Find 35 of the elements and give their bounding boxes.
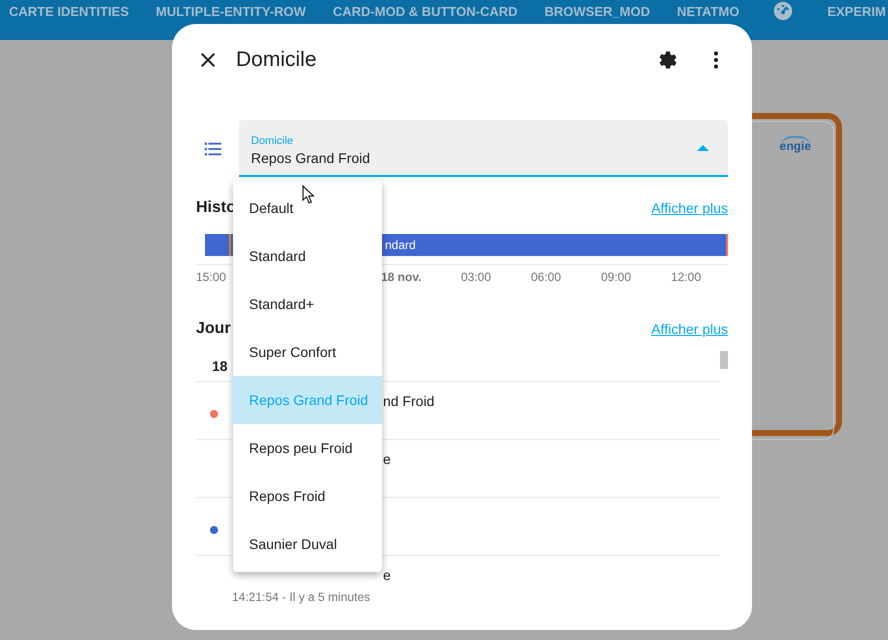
tab[interactable]: MULTIPLE-ENTITY-ROW — [156, 0, 306, 24]
menu-item[interactable]: Repos peu Froid — [233, 424, 382, 472]
dialog-title: Domicile — [236, 48, 317, 72]
entry-text: e — [383, 566, 391, 584]
more-icon — [713, 51, 719, 69]
logo: engie — [780, 136, 811, 152]
field-label: Domicile — [251, 134, 294, 148]
axis-label: 18 nov. — [381, 270, 422, 284]
axis-label: 12:00 — [671, 270, 702, 284]
entry-text: e — [383, 450, 391, 468]
entry-text: nd Froid — [383, 392, 434, 410]
tab[interactable]: CARTE IDENTITIES — [9, 0, 129, 24]
axis-label: 06:00 — [531, 270, 562, 284]
date-heading: 18 — [212, 357, 228, 376]
select-field[interactable]: Domicile Repos Grand Froid — [239, 120, 728, 177]
tab[interactable]: BROWSER_MOD — [544, 0, 650, 24]
menu-item[interactable]: Saunier Duval — [233, 520, 382, 568]
entry-time: 14:21:54 - Il y a 5 minutes — [232, 590, 372, 604]
axis-label: 09:00 — [601, 270, 632, 284]
menu-item[interactable]: Super Confort — [233, 328, 382, 376]
section-title: Jour — [196, 320, 231, 338]
tab[interactable]: EXPERIM — [827, 0, 886, 24]
axis-label: 03:00 — [461, 270, 492, 284]
scrollbar-thumb[interactable] — [720, 351, 728, 369]
show-more-link[interactable]: Afficher plus — [651, 200, 728, 216]
field-value: Repos Grand Froid — [251, 148, 372, 168]
tab[interactable]: NETATMO — [676, 0, 740, 24]
menu-item[interactable]: Standard+ — [233, 280, 382, 328]
menu-item[interactable]: Repos Grand Froid — [233, 376, 382, 424]
tab[interactable]: CARD-MOD & BUTTON-CARD — [332, 0, 518, 24]
axis-label: 15:00 — [196, 270, 226, 284]
menu-item[interactable]: Repos Froid — [233, 472, 382, 520]
show-more-link[interactable]: Afficher plus — [651, 321, 728, 337]
mouse-cursor-icon — [302, 185, 316, 205]
menu-item[interactable]: Default — [233, 184, 382, 232]
